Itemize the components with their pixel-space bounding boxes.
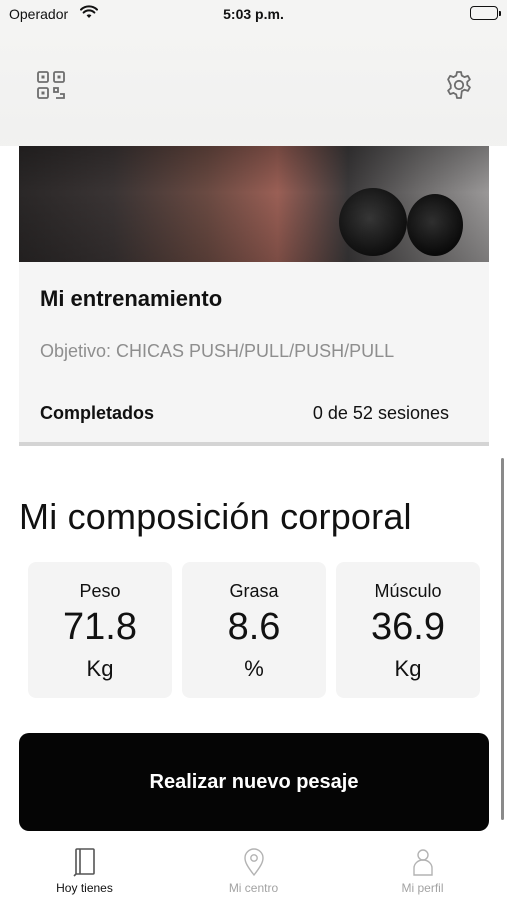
metric-value: 71.8 [63,606,137,648]
training-card[interactable]: Mi entrenamiento Objetivo: CHICAS PUSH/P… [19,262,489,446]
metric-card-grasa: Grasa 8.6 % [182,562,326,698]
location-pin-icon [241,846,267,878]
card-divider [19,442,489,446]
battery-icon [470,6,501,20]
completed-label: Completados [40,403,155,423]
new-weighing-button[interactable]: Realizar nuevo pesaje [19,733,489,831]
tab-bar: Hoy tienes Mi centro Mi perfil [0,840,507,900]
metric-label: Grasa [229,581,279,601]
training-title: Mi entrenamiento [40,286,223,311]
tab-label: Mi centro [228,881,279,895]
training-photo [19,146,489,262]
metric-card-musculo: Músculo 36.9 Kg [336,562,480,698]
clock: 5:03 p.m. [223,6,284,22]
training-objective: Objetivo: CHICAS PUSH/PULL/PUSH/PULL [40,341,395,361]
metric-label: Peso [79,581,121,601]
completed-value: 0 de 52 sesiones [312,403,449,423]
gear-icon[interactable] [444,70,474,100]
scroll-indicator[interactable] [501,458,504,820]
status-bar: Operador 5:03 p.m. [0,0,507,28]
tab-mi-perfil[interactable]: Mi perfil [338,846,507,900]
qr-code-icon[interactable] [36,70,66,100]
metric-unit: % [244,656,264,681]
metric-label: Músculo [374,581,442,601]
metric-unit: Kg [86,656,114,681]
tab-hoy-tienes[interactable]: Hoy tienes [0,846,169,900]
metric-card-peso: Peso 71.8 Kg [28,562,172,698]
metric-unit: Kg [394,656,422,681]
tab-mi-centro[interactable]: Mi centro [169,846,338,900]
composition-title: Mi composición corporal [19,496,412,537]
person-icon [410,846,436,878]
book-icon [72,846,98,878]
top-bar [0,28,507,146]
metric-value: 36.9 [371,606,445,648]
tab-label: Hoy tienes [56,881,113,895]
tab-label: Mi perfil [401,881,444,895]
metric-value: 8.6 [227,606,281,648]
